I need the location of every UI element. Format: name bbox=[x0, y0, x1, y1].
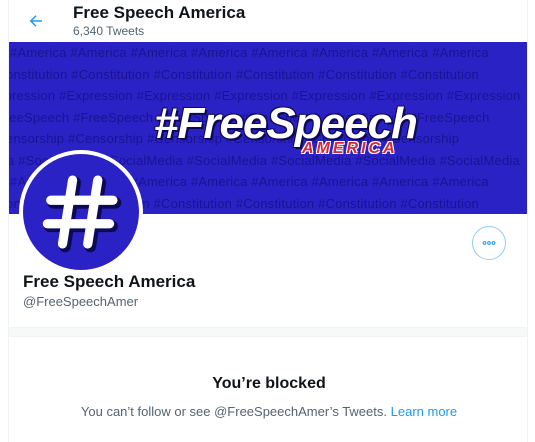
header-title: Free Speech America bbox=[73, 3, 246, 22]
learn-more-link[interactable]: Learn more bbox=[391, 404, 457, 419]
profile-page: Free Speech America 6,340 Tweets ica #Am… bbox=[8, 0, 528, 442]
back-button[interactable] bbox=[23, 8, 49, 34]
blocked-message-text: You can’t follow or see @FreeSpeechAmer’… bbox=[80, 404, 387, 419]
section-divider bbox=[9, 327, 527, 337]
hashtag-icon bbox=[42, 175, 122, 253]
avatar[interactable] bbox=[19, 150, 143, 274]
profile-header: Free Speech America 6,340 Tweets bbox=[9, 0, 527, 42]
pattern-row: #Constitution #Constitution #Constitutio… bbox=[9, 66, 479, 82]
blocked-title: You’re blocked bbox=[212, 375, 326, 392]
more-horizontal-icon bbox=[482, 241, 496, 245]
tweet-count: 6,340 Tweets bbox=[73, 24, 145, 38]
profile-name: Free Speech America bbox=[23, 272, 196, 291]
banner-subline: AMERICA bbox=[302, 140, 398, 157]
banner-logo: #FreeSpeech AMERICA bbox=[154, 100, 418, 164]
blocked-message: You can’t follow or see @FreeSpeechAmer’… bbox=[9, 404, 527, 419]
pattern-row: ica #America #America #America #America … bbox=[9, 45, 489, 60]
profile-handle: @FreeSpeechAmer bbox=[23, 294, 139, 309]
more-options-button[interactable] bbox=[472, 226, 506, 260]
arrow-left-icon bbox=[29, 15, 42, 27]
avatar-image bbox=[23, 154, 139, 270]
